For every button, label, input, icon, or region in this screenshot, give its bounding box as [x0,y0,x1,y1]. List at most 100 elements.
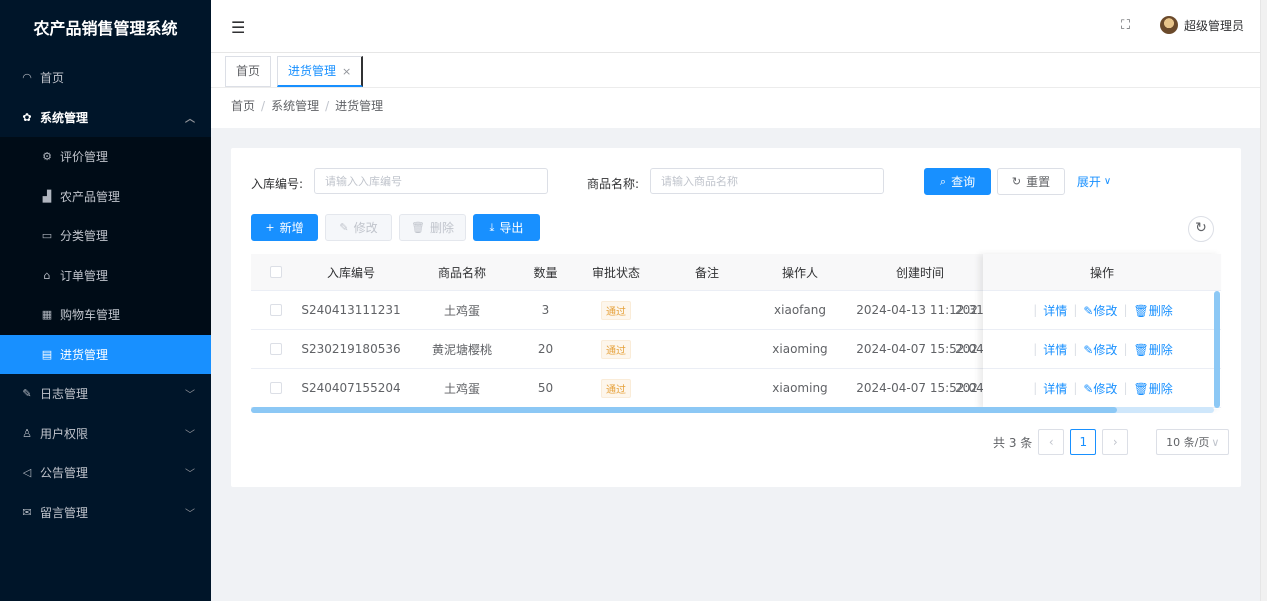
mail-icon: ✉ [22,505,32,519]
edit-button[interactable]: ✎ 修改 [325,214,392,241]
dashboard-icon: ◠ [22,71,32,85]
sidebar-item-cart[interactable]: ▦ 购物车管理 [0,295,211,335]
name-input[interactable] [650,168,884,194]
sidebar-item-purchase[interactable]: ▤ 进货管理 [0,334,211,374]
cell-name: 土鸡蛋 [443,303,480,318]
page-scrollbar[interactable] [1260,0,1267,601]
megaphone-icon: ◁ [22,466,32,480]
delete-link[interactable]: 🗑删除 [1133,380,1172,397]
row-checkbox[interactable] [270,304,282,316]
sidebar-item-permissions[interactable]: ♙ 用户权限 ﹀ [0,414,211,454]
sidebar-item-label: 分类管理 [60,229,109,244]
total-count: 共 3 条 [993,435,1033,450]
sidebar-item-label: 订单管理 [60,268,109,283]
sidebar-item-reviews[interactable]: ⚙ 评价管理 [0,137,211,177]
page-size-value: 10 条/页 [1166,436,1210,449]
gear-icon: ✿ [22,110,32,124]
breadcrumb-separator: / [261,99,266,113]
cell-qty: 20 [537,342,554,356]
row-actions: | 详情 | ✎修改 | 🗑删除 [1031,341,1172,358]
row-checkbox[interactable] [270,343,282,355]
document-icon: ▤ [41,347,53,361]
next-page-button[interactable]: › [1102,429,1129,455]
breadcrumb-item[interactable]: 系统管理 [271,99,319,113]
divider: | [1073,381,1078,395]
query-button[interactable]: ⌕ 查询 [924,168,991,195]
sidebar-item-label: 购物车管理 [60,308,121,323]
table-horizontal-scrollbar[interactable] [251,407,1214,413]
edit-link[interactable]: ✎修改 [1083,341,1117,358]
delete-link-label: 删除 [1148,303,1173,318]
breadcrumb-item: 进货管理 [335,99,384,113]
sidebar-item-label: 用户权限 [40,426,89,441]
menu-fold-icon[interactable]: ☰ [231,18,245,37]
sidebar-item-label: 系统管理 [40,110,89,125]
edit-icon: ✎ [1083,303,1094,318]
column-header: 创建时间 [895,265,944,280]
page-number[interactable]: 1 [1070,429,1097,455]
scrollbar-thumb[interactable] [251,407,1117,413]
action-cell: | 详情 | ✎修改 | 🗑删除 [983,291,1221,329]
column-header: 入库编号 [326,265,375,280]
sidebar-item-logs[interactable]: ✎ 日志管理 ﹀ [0,374,211,414]
sidebar-item-categories[interactable]: ▭ 分类管理 [0,216,211,256]
edit-icon: ✎ [339,221,349,234]
breadcrumb-item[interactable]: 首页 [231,99,255,113]
sidebar-item-system[interactable]: ✿ 系统管理 ︿ [0,98,211,138]
fullscreen-icon[interactable]: ⛶ [1121,18,1130,33]
add-button[interactable]: + 新增 [251,214,318,241]
prev-page-button[interactable]: ‹ [1038,429,1065,455]
cell-qty: 50 [537,381,554,395]
sidebar: 农产品销售管理系统 ◠ 首页 ✿ 系统管理 ︿ ⚙ 评价管理 ▟ 农产品管理 ▭… [0,0,211,601]
delete-link[interactable]: 🗑删除 [1133,341,1172,358]
delete-button[interactable]: 🗑 删除 [399,214,466,241]
export-button[interactable]: ⤓ 导出 [473,214,540,241]
edit-link[interactable]: ✎修改 [1083,302,1117,319]
divider: | [1073,342,1078,356]
reset-button[interactable]: ↻ 重置 [997,168,1065,195]
column-header: 备注 [694,265,719,280]
tab-purchase[interactable]: 进货管理 × [277,56,364,87]
column-header: 操作人 [781,265,818,280]
refresh-icon: ↻ [1011,175,1022,188]
chevron-down-icon: ﹀ [185,508,195,520]
delete-label: 删除 [429,221,454,235]
delete-link[interactable]: 🗑删除 [1133,302,1172,319]
delete-link-label: 删除 [1148,381,1173,396]
column-header: 审批状态 [591,265,640,280]
cell-operator: xiaofang [774,303,826,317]
edit-link[interactable]: ✎修改 [1083,380,1117,397]
table-vertical-scrollbar[interactable] [1214,291,1220,408]
cell-status: 通过 [568,369,664,407]
trash-icon: 🗑 [1133,303,1149,318]
column-header: 数量 [533,265,558,280]
edit-icon: ✎ [22,387,32,401]
detail-link[interactable]: 详情 [1043,380,1067,397]
code-input[interactable] [314,168,548,194]
refresh-icon[interactable]: ↻ [1188,216,1214,242]
code-label: 入库编号: [251,177,304,191]
status-badge: 通过 [601,378,631,398]
cell-code: S240413111231 [301,303,401,317]
expand-button[interactable]: 展开 ∨ [1072,168,1116,195]
tab-home[interactable]: 首页 [225,56,272,87]
sidebar-item-orders[interactable]: ⌂ 订单管理 [0,256,211,296]
sidebar-item-notices[interactable]: ◁ 公告管理 ﹀ [0,453,211,493]
sidebar-item-products[interactable]: ▟ 农产品管理 [0,177,211,217]
row-checkbox[interactable] [270,382,282,394]
detail-link[interactable]: 详情 [1043,302,1067,319]
edit-link-label: 修改 [1093,303,1118,318]
app-title: 农产品销售管理系统 [33,19,178,38]
detail-link[interactable]: 详情 [1043,341,1067,358]
cell-name: 黄泥塘樱桃 [431,342,492,357]
breadcrumb: 首页 / 系统管理 / 进货管理 [211,88,1260,128]
close-icon[interactable]: × [342,65,351,78]
sidebar-item-home[interactable]: ◠ 首页 [0,58,211,98]
sidebar-item-messages[interactable]: ✉ 留言管理 ﹀ [0,493,211,533]
user-menu[interactable]: 超级管理员 [1159,16,1244,34]
header-checkbox-cell [251,254,301,290]
edit-link-label: 修改 [1093,381,1118,396]
user-icon: ♙ [22,426,32,440]
page-size-select[interactable]: 10 条/页 ∨ [1156,429,1230,455]
select-all-checkbox[interactable] [270,266,282,278]
